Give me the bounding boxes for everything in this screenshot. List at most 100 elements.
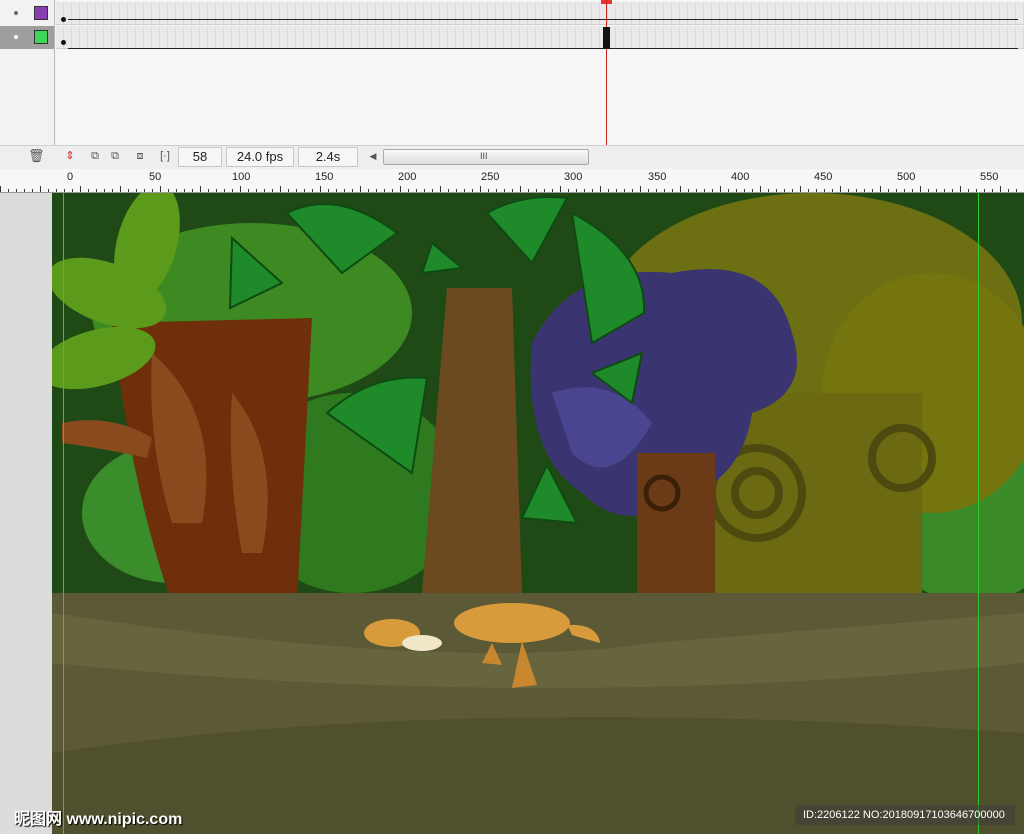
stage-canvas[interactable] [52,193,1024,834]
ruler-tick [0,186,1,192]
visibility-dot-icon[interactable] [14,11,18,15]
onion-skin-icon[interactable]: ⧉ [88,149,102,163]
ruler-tick [552,189,553,192]
ruler-tick [664,189,665,192]
ruler-label: 300 [564,171,583,183]
ruler-tick [832,189,833,192]
ruler-tick [728,189,729,192]
ruler-tick [696,189,697,192]
ruler-tick [392,189,393,192]
current-frame-field[interactable]: 58 [178,147,222,167]
pasteboard [0,193,52,834]
ruler-tick [480,186,481,192]
frame-grid[interactable] [56,0,1024,145]
ruler-tick [96,189,97,192]
ruler-tick [576,189,577,192]
center-frame-icon[interactable]: ⇕ [63,149,77,163]
ruler-tick [72,189,73,192]
scroll-grip[interactable]: III [480,150,488,163]
ruler-tick [384,189,385,192]
ruler-label: 100 [232,171,251,183]
ruler-tick [712,189,713,192]
ruler-tick [672,189,673,192]
ruler-tick [752,189,753,192]
ruler-tick [584,189,585,192]
frame-row[interactable] [56,26,1024,49]
ruler-tick [248,189,249,192]
ruler-tick [608,189,609,192]
ruler-label: 400 [731,171,750,183]
ruler-tick [560,186,561,192]
layer-row-selected[interactable] [0,26,54,49]
timeline-scrollbar[interactable]: III [383,149,589,165]
ruler-tick [216,189,217,192]
ruler-tick [224,189,225,192]
ruler-tick [792,189,793,192]
modify-onion-markers-icon[interactable]: [·] [158,149,172,163]
ruler-tick [808,189,809,192]
onion-skin-outlines-icon[interactable]: ⧉ [108,149,122,163]
ruler-tick [616,189,617,192]
ruler-tick [968,189,969,192]
ruler-tick [960,186,961,192]
ruler-tick [456,189,457,192]
ruler-tick [120,186,121,192]
ruler-tick [448,189,449,192]
layer-list [0,0,55,145]
scroll-left-icon[interactable]: ◀ [366,149,380,163]
ruler-tick [912,189,913,192]
ruler-tick [440,186,441,192]
edit-multiple-frames-icon[interactable]: ⧈ [133,149,147,163]
keyframe-icon[interactable] [61,17,66,22]
ruler-tick [720,186,721,192]
tween-line [68,48,1018,49]
visibility-dot-icon[interactable] [14,35,18,39]
layer-color-swatch[interactable] [34,30,48,44]
ruler-tick [152,189,153,192]
ruler-tick [784,189,785,192]
ruler-tick [920,186,921,192]
ruler-tick [744,189,745,192]
current-keyframe[interactable] [603,27,610,49]
ruler-tick [656,189,657,192]
stage-guide-line[interactable] [63,193,64,834]
layer-color-swatch[interactable] [34,6,48,20]
frame-rate-field[interactable]: 24.0 fps [226,147,294,167]
ruler-tick [416,189,417,192]
frames-empty-area[interactable] [56,50,1024,145]
ruler-tick [856,189,857,192]
frame-row[interactable] [56,2,1024,25]
ruler-tick [1008,189,1009,192]
tween-line [68,19,1018,20]
ruler-tick [624,189,625,192]
ruler-tick [600,186,601,192]
ruler-tick [112,189,113,192]
ruler-tick [88,189,89,192]
ruler-tick [952,189,953,192]
layer-row[interactable] [0,2,54,25]
playhead-line[interactable] [606,0,607,145]
ruler-tick [344,189,345,192]
ruler-label: 150 [315,171,334,183]
ruler-tick [40,186,41,192]
keyframe-icon[interactable] [61,40,66,45]
ruler-tick [360,186,361,192]
stage-guide-line[interactable] [978,193,979,834]
ruler-tick [512,189,513,192]
elapsed-time-field: 2.4s [298,147,358,167]
ruler-tick [208,189,209,192]
timeline-panel [0,0,1024,145]
ruler-tick [232,189,233,192]
trash-icon[interactable]: 🗑 [28,149,45,163]
ruler-tick [136,189,137,192]
ruler-tick [24,189,25,192]
ruler-tick [528,189,529,192]
ruler-label: 200 [398,171,417,183]
ruler-tick [80,186,81,192]
ruler-tick [464,189,465,192]
ruler-tick [16,189,17,192]
ruler-tick [1016,189,1017,192]
ruler-tick [400,186,401,192]
ruler-tick [64,189,65,192]
ruler-tick [144,189,145,192]
